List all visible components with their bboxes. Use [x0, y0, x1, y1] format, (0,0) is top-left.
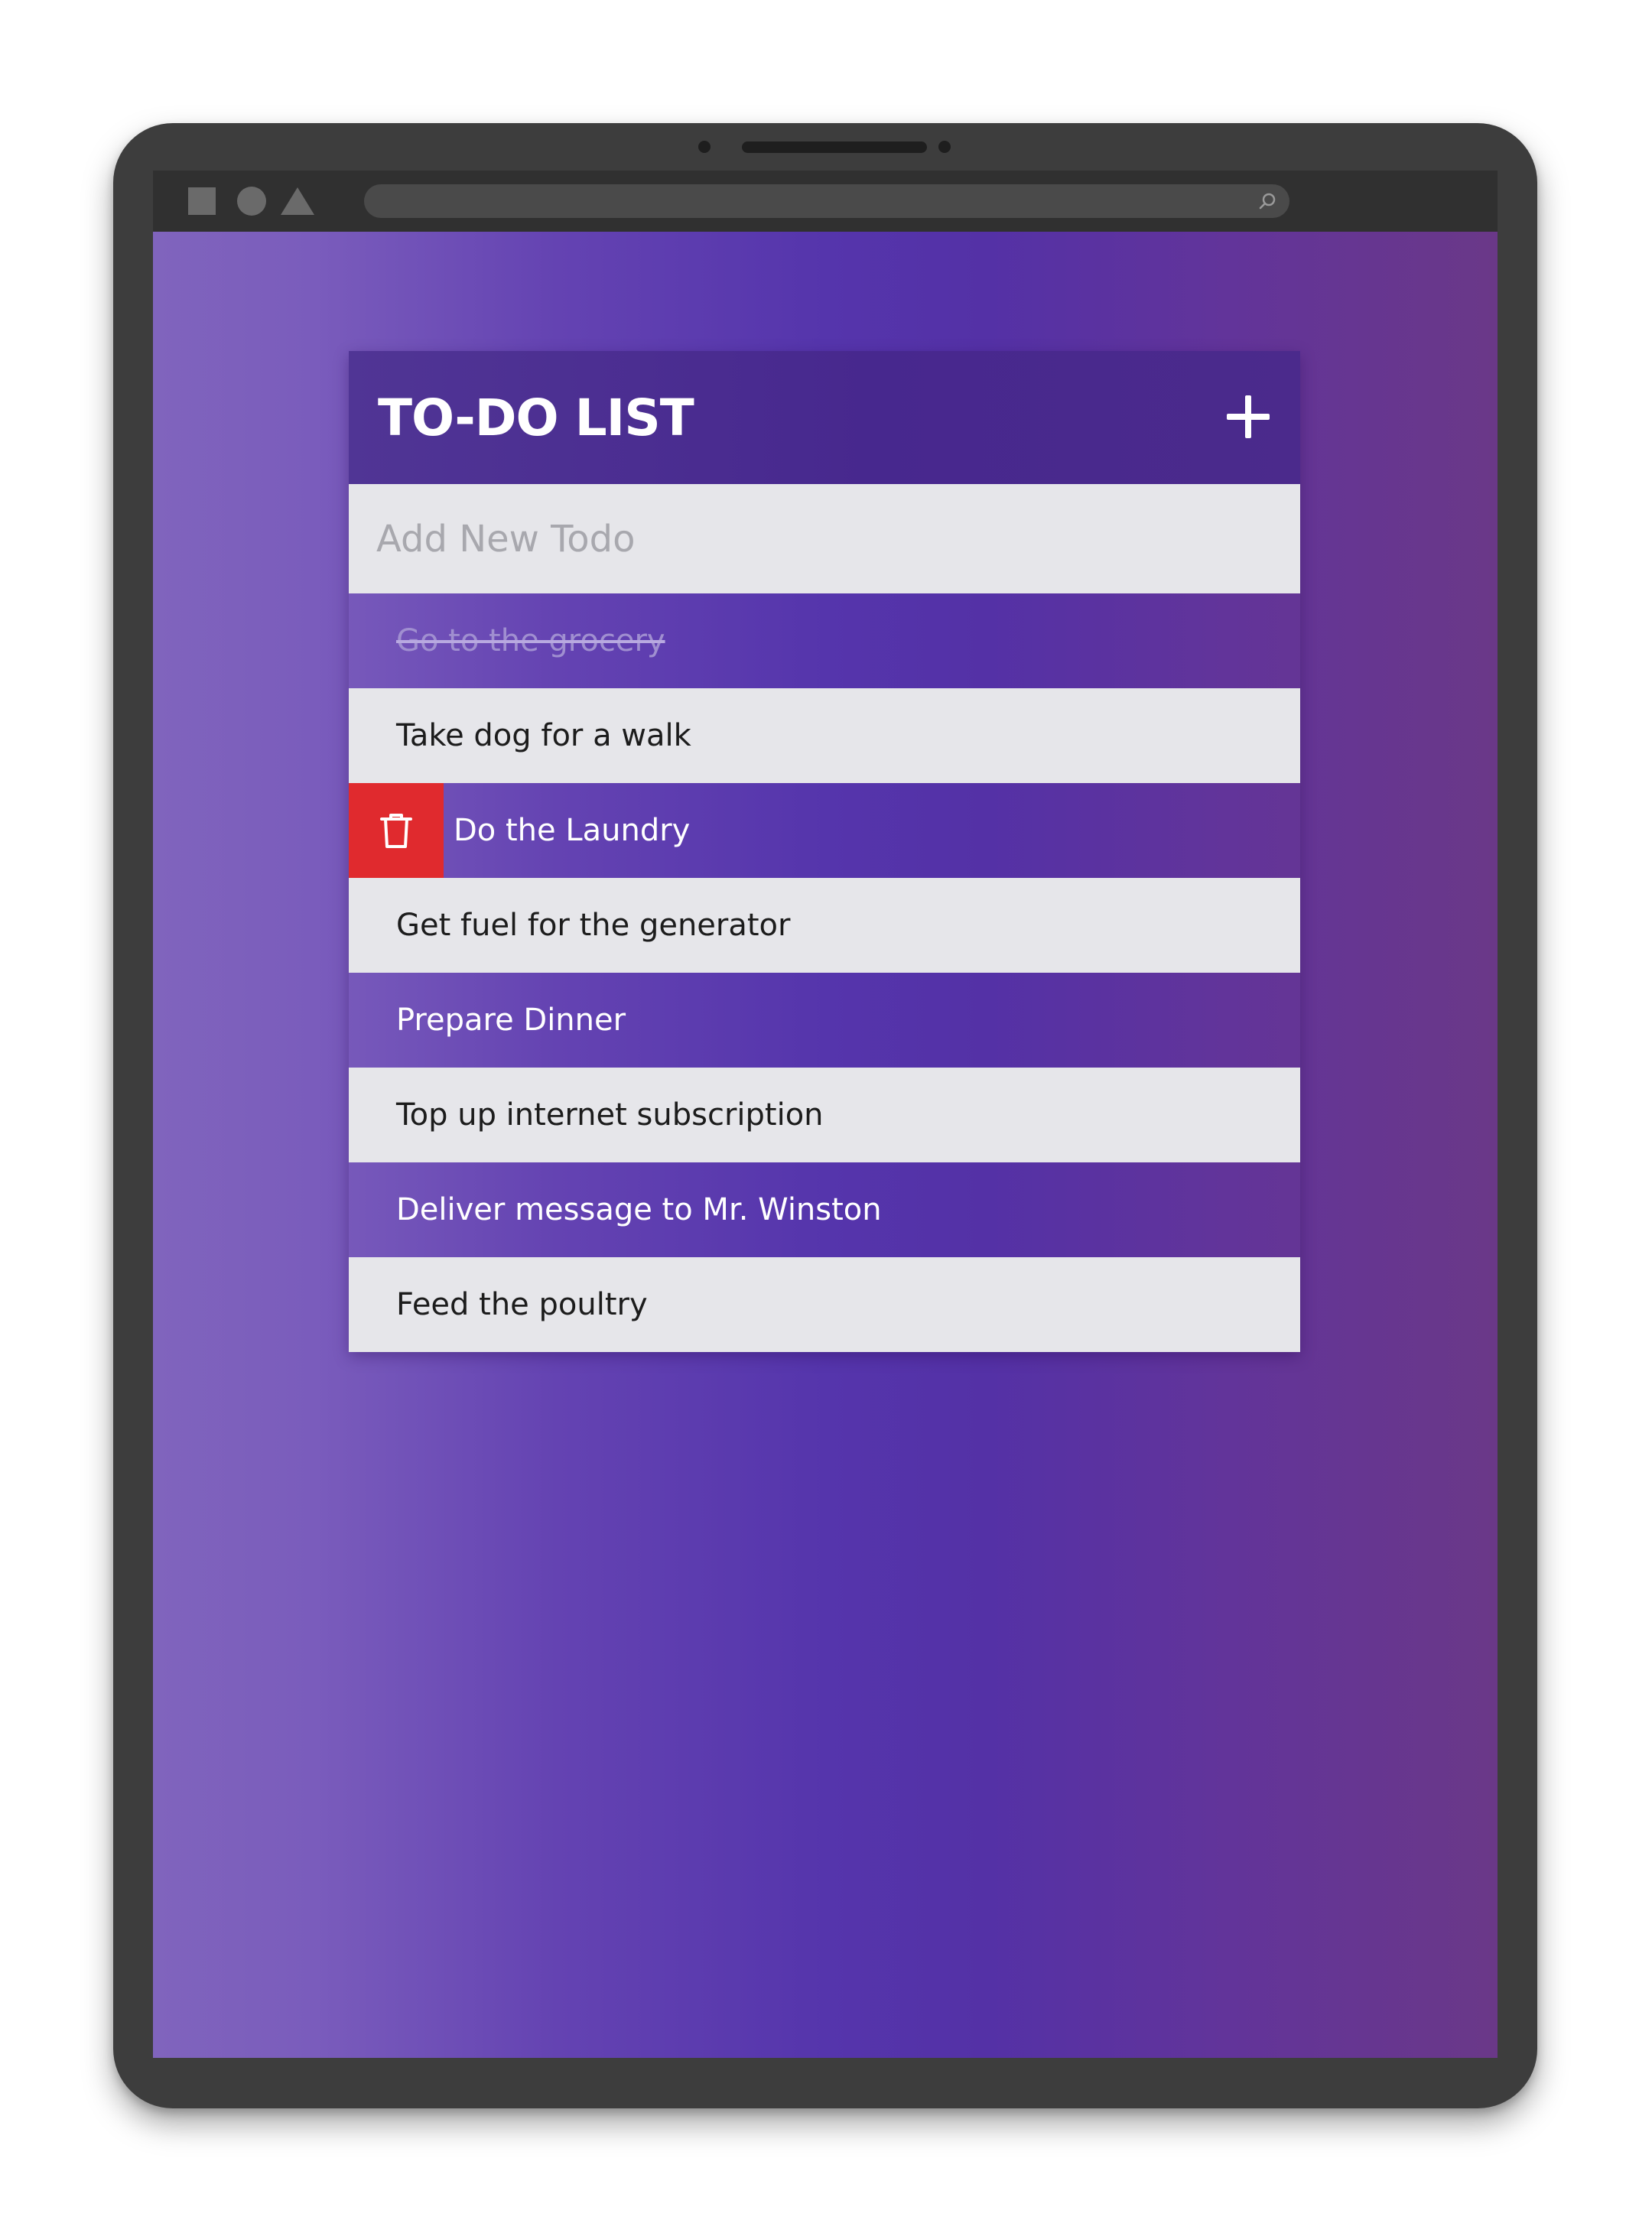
speaker-grille: [742, 141, 927, 153]
todo-item[interactable]: Prepare Dinner: [349, 973, 1300, 1068]
camera-dot-right: [938, 141, 951, 153]
square-icon[interactable]: [188, 187, 216, 215]
trash-icon: [380, 814, 412, 848]
todo-item[interactable]: Do the Laundry: [349, 783, 1300, 878]
app-background: TO-DO LIST Go to the grocery Take dog fo…: [153, 232, 1498, 2058]
address-bar[interactable]: [364, 184, 1289, 218]
todo-item[interactable]: Deliver message to Mr. Winston: [349, 1162, 1300, 1257]
browser-toolbar: [153, 171, 1498, 232]
delete-todo-button[interactable]: [349, 783, 444, 878]
todo-item[interactable]: Feed the poultry: [349, 1257, 1300, 1352]
triangle-icon[interactable]: [281, 187, 314, 215]
screen: TO-DO LIST Go to the grocery Take dog fo…: [153, 171, 1498, 2058]
todo-item[interactable]: Go to the grocery: [349, 593, 1300, 688]
todo-item-text: Do the Laundry: [454, 813, 691, 848]
todo-item[interactable]: Get fuel for the generator: [349, 878, 1300, 973]
todo-item-text: Top up internet subscription: [396, 1097, 824, 1133]
new-todo-input[interactable]: [349, 484, 1300, 593]
todo-item[interactable]: Top up internet subscription: [349, 1068, 1300, 1162]
add-todo-button[interactable]: [1225, 394, 1271, 440]
tablet-frame: TO-DO LIST Go to the grocery Take dog fo…: [113, 123, 1537, 2108]
todo-item-text: Feed the poultry: [396, 1287, 648, 1322]
todo-item-text: Prepare Dinner: [396, 1003, 626, 1038]
camera-dot-left: [698, 141, 711, 153]
todo-header: TO-DO LIST: [349, 351, 1300, 484]
todo-item-text: Get fuel for the generator: [396, 908, 791, 943]
todo-item-text: Go to the grocery: [396, 623, 665, 658]
todo-item-text: Take dog for a walk: [396, 718, 691, 753]
todo-item[interactable]: Take dog for a walk: [349, 688, 1300, 783]
todo-card: TO-DO LIST Go to the grocery Take dog fo…: [349, 351, 1300, 1352]
todo-list: Go to the grocery Take dog for a walk Do…: [349, 593, 1300, 1352]
circle-icon[interactable]: [237, 187, 266, 216]
search-icon[interactable]: [1257, 191, 1277, 211]
todo-item-text: Deliver message to Mr. Winston: [396, 1192, 882, 1227]
page-title: TO-DO LIST: [378, 388, 694, 447]
